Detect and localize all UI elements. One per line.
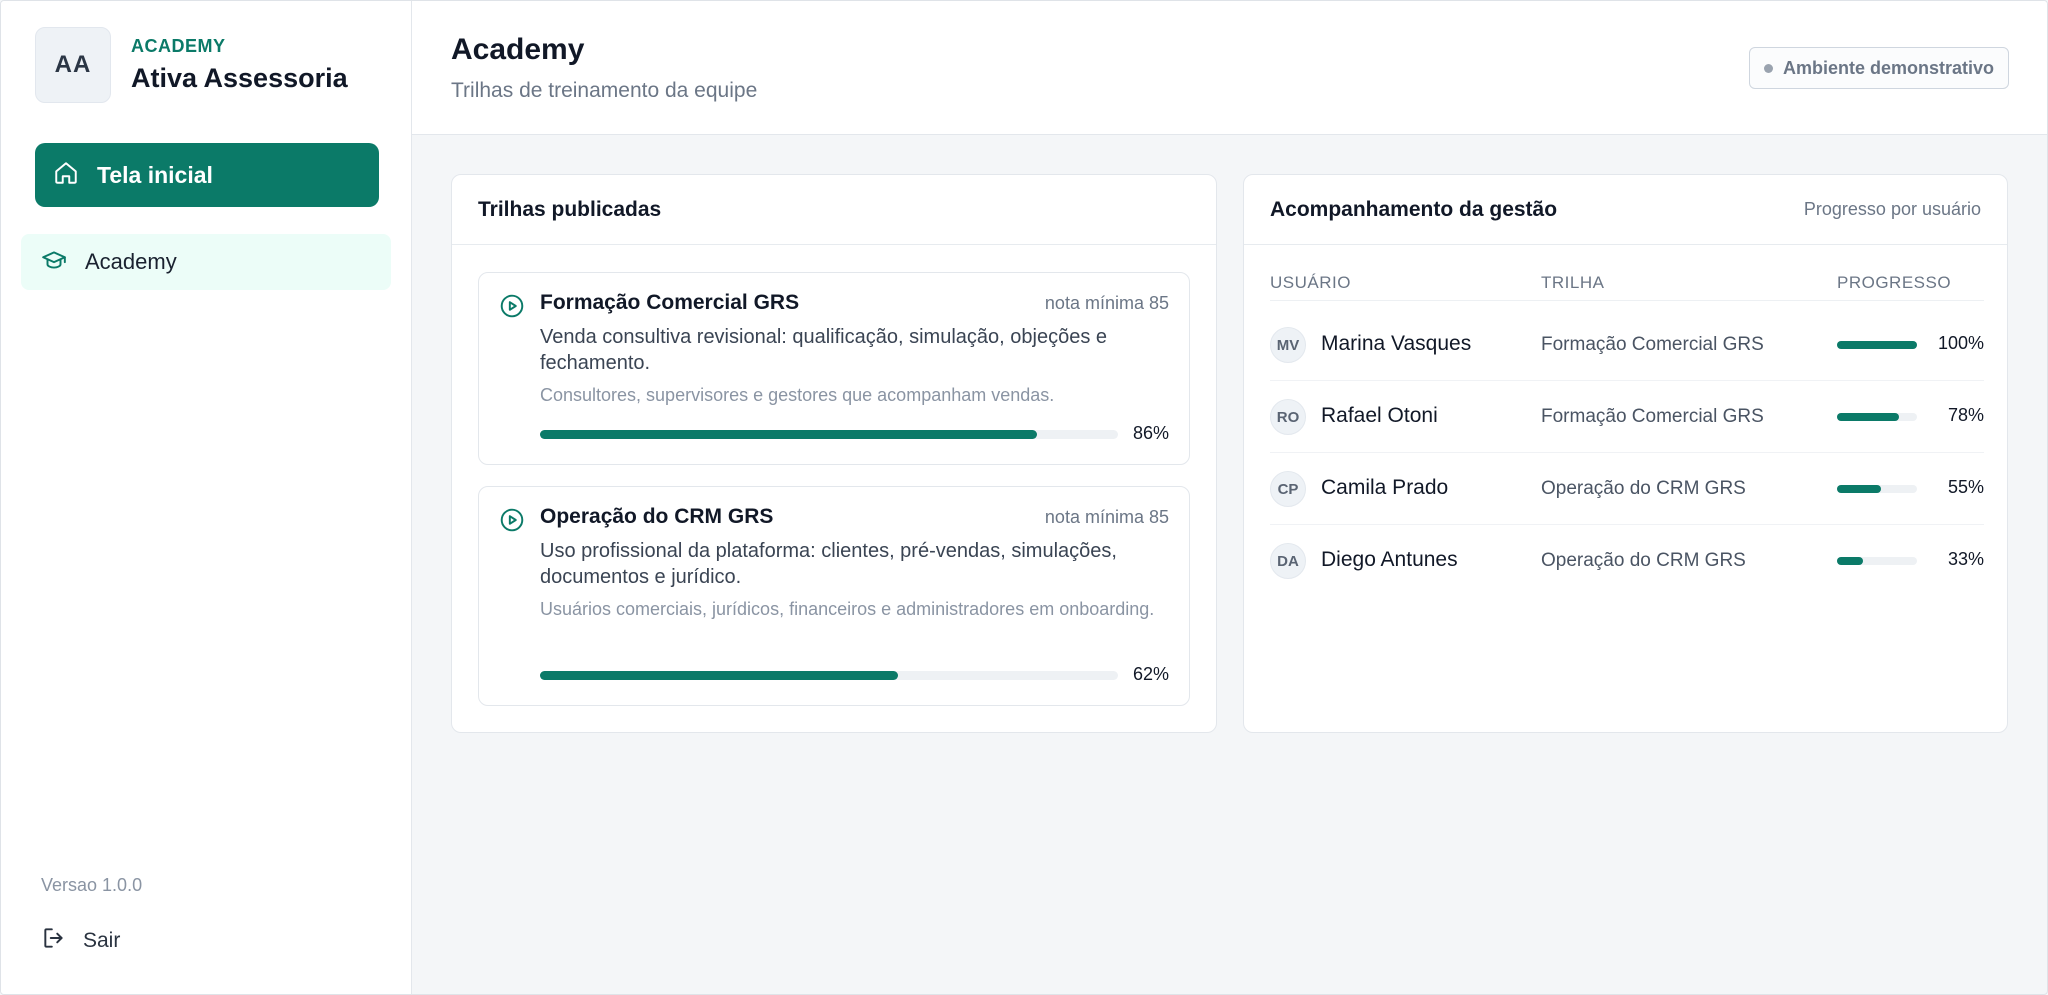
environment-badge: Ambiente demonstrativo [1748,47,2009,89]
user-progress-label: 100% [1937,333,1984,353]
track-description: Uso profissional da plataforma: clientes… [540,540,1117,588]
card-title: Acompanhamento da gestão [1270,197,1558,221]
track-progress-fill [540,430,1038,439]
avatar: RO [1270,399,1306,435]
avatar: CP [1270,471,1306,507]
user-progress-fill [1837,341,1917,349]
user-track: Formação Comercial GRS [1541,406,1764,427]
brand-tag: ACADEMY [131,36,226,56]
logout-icon [41,925,67,956]
brand-text: ACADEMY Ativa Assessoria [131,36,348,94]
published-tracks-card: Trilhas publicadas Formação Comercial GR… [451,174,1217,733]
table-header: USUÁRIO TRILHA PROGRESSO [1270,273,1984,301]
user-progress-label: 33% [1947,549,1984,569]
user-progress-label: 78% [1947,405,1984,425]
user-name: Camila Prado [1321,476,1449,499]
card-hint: Progresso por usuário [1803,199,1981,219]
page-header: Academy Trilhas de treinamento da equipe… [412,1,2047,135]
status-dot-icon [1763,63,1773,73]
user-progress-fill [1837,485,1881,493]
track-min-grade: nota mínima 85 [1044,293,1169,313]
user-track: Operação do CRM GRS [1541,550,1746,571]
user-track: Formação Comercial GRS [1541,334,1764,355]
card-title: Trilhas publicadas [478,197,662,221]
management-progress-card: Acompanhamento da gestão Progresso por u… [1243,174,2008,733]
table-row[interactable]: DA Diego Antunes Operação do CRM GRS 33% [1270,525,1984,597]
track-progress-label: 62% [1132,664,1169,684]
play-circle-icon [499,507,525,538]
user-progress-fill [1837,557,1864,565]
card-header: Acompanhamento da gestão Progresso por u… [1244,175,2007,245]
page-title: Academy [451,33,585,66]
user-progress-bar [1837,341,1917,349]
column-header-progress: PROGRESSO [1837,273,1952,292]
column-header-user: USUÁRIO [1270,273,1351,292]
graduation-cap-icon [41,247,67,278]
avatar: MV [1270,327,1306,363]
track-min-grade: nota mínima 85 [1044,507,1169,527]
app-frame: AA ACADEMY Ativa Assessoria Tela inicial [0,0,2048,995]
user-progress-bar [1837,485,1917,493]
sidebar-item-tela-inicial[interactable]: Tela inicial [35,143,379,207]
column-header-track: TRILHA [1541,273,1605,292]
user-progress-bar [1837,557,1917,565]
play-circle-icon [499,293,525,324]
track-progress-label: 86% [1132,423,1169,443]
page-subtitle: Trilhas de treinamento da equipe [451,79,758,102]
user-progress-bar [1837,413,1917,421]
user-name: Diego Antunes [1321,548,1458,571]
user-track: Operação do CRM GRS [1541,478,1746,499]
track-item[interactable]: Operação do CRM GRS nota mínima 85 Uso p… [478,486,1190,706]
sidebar-item-label: Tela inicial [97,161,213,188]
track-progress-bar [540,430,1118,439]
track-progress-fill [540,671,899,680]
track-progress-bar [540,671,1118,680]
table-row[interactable]: MV Marina Vasques Formação Comercial GRS… [1270,309,1984,381]
sidebar-item-academy[interactable]: Academy [21,234,391,290]
track-audience: Usuários comerciais, jurídicos, financei… [540,599,1155,619]
track-description: Venda consultiva revisional: qualificaçã… [540,326,1108,374]
brand-avatar: AA [35,27,111,103]
user-name: Marina Vasques [1321,332,1472,355]
card-header: Trilhas publicadas [452,175,1216,245]
brand: AA ACADEMY Ativa Assessoria [35,27,348,103]
app-version: Versao 1.0.0 [41,875,143,895]
track-name: Operação do CRM GRS [540,505,774,528]
user-progress-label: 55% [1947,477,1984,497]
avatar: DA [1270,543,1306,579]
brand-name: Ativa Assessoria [131,63,348,93]
home-icon [53,160,79,191]
table-row[interactable]: CP Camila Prado Operação do CRM GRS 55% [1270,453,1984,525]
table-row[interactable]: RO Rafael Otoni Formação Comercial GRS 7… [1270,381,1984,453]
track-audience: Consultores, supervisores e gestores que… [540,385,1055,405]
sidebar: AA ACADEMY Ativa Assessoria Tela inicial [1,1,412,994]
track-item[interactable]: Formação Comercial GRS nota mínima 85 Ve… [478,272,1190,465]
user-name: Rafael Otoni [1321,404,1438,427]
environment-badge-label: Ambiente demonstrativo [1782,57,1994,78]
track-name: Formação Comercial GRS [540,291,800,314]
logout-button[interactable]: Sair [41,925,120,956]
sidebar-item-label: Academy [85,249,177,274]
user-progress-fill [1837,413,1900,421]
logout-label: Sair [83,928,121,952]
